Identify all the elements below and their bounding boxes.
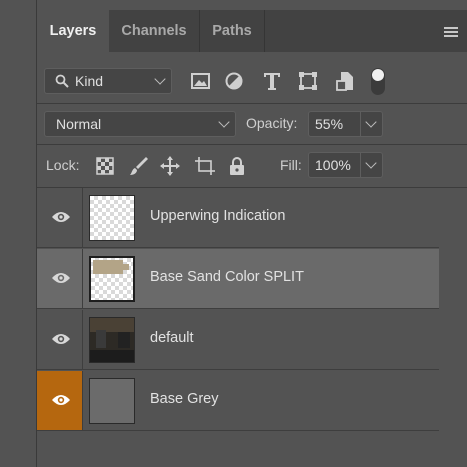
scrollbar-track[interactable]	[440, 188, 467, 467]
shape-filter-icon[interactable]	[297, 70, 319, 92]
eye-icon	[52, 212, 70, 222]
type-filter-icon[interactable]	[261, 70, 283, 92]
fill-label: Fill:	[280, 157, 302, 173]
tab-channels[interactable]: Channels	[109, 10, 200, 52]
visibility-toggle[interactable]	[37, 310, 83, 369]
layer-thumbnail	[89, 195, 135, 241]
move-icon[interactable]	[159, 155, 181, 177]
opacity-field[interactable]: 55%	[308, 111, 383, 137]
layers-list: Upperwing Indication Base Sand Color SPL…	[37, 188, 439, 467]
opacity-value: 55%	[315, 116, 344, 132]
search-icon	[55, 74, 69, 88]
adjustment-filter-icon[interactable]	[223, 70, 245, 92]
opacity-label: Opacity:	[246, 115, 298, 131]
filter-row: Kind	[37, 66, 467, 96]
visibility-toggle[interactable]	[37, 371, 83, 430]
layer-name: Upperwing Indication	[150, 208, 286, 224]
layers-panel: Layers Channels Paths Kind Normal Opacit…	[36, 0, 467, 467]
tab-paths[interactable]: Paths	[200, 10, 265, 52]
eye-icon	[52, 273, 70, 283]
eye-icon	[52, 334, 70, 344]
panel-tab-bar: Layers Channels Paths	[37, 10, 467, 52]
layer-name: default	[150, 330, 194, 346]
image-filter-icon[interactable]	[190, 70, 212, 92]
filter-kind-label: Kind	[75, 73, 104, 89]
lock-row: Lock: Fill: 100%	[37, 152, 467, 180]
eye-icon	[52, 395, 70, 405]
filter-kind-dropdown[interactable]: Kind	[44, 68, 172, 94]
chevron-down-icon[interactable]	[365, 157, 377, 169]
brush-icon[interactable]	[128, 155, 150, 177]
layer-name: Base Sand Color SPLIT	[150, 269, 304, 285]
chevron-down-icon[interactable]	[365, 116, 377, 128]
layer-thumbnail	[89, 256, 135, 302]
visibility-toggle[interactable]	[37, 188, 83, 247]
layer-name: Base Grey	[150, 391, 219, 407]
panel-menu-icon[interactable]	[444, 27, 458, 37]
fill-value: 100%	[315, 157, 351, 173]
blend-mode-dropdown[interactable]: Normal	[44, 111, 236, 137]
fill-field[interactable]: 100%	[308, 152, 383, 178]
visibility-toggle[interactable]	[37, 249, 83, 308]
toggle-knob	[372, 69, 384, 81]
layer-thumbnail	[89, 317, 135, 363]
left-dock-strip	[0, 0, 34, 467]
blend-mode-value: Normal	[56, 116, 102, 132]
layer-row[interactable]: Upperwing Indication	[37, 188, 439, 248]
chevron-down-icon	[154, 73, 166, 85]
filter-toggle-icon[interactable]	[371, 68, 385, 95]
sand-color-swatch	[93, 260, 123, 274]
layer-row[interactable]: default	[37, 310, 439, 370]
lock-transparent-pixels-icon[interactable]	[94, 155, 116, 177]
divider	[37, 103, 467, 104]
smart-object-filter-icon[interactable]	[335, 70, 357, 92]
layer-row[interactable]: Base Grey	[37, 371, 439, 431]
divider	[37, 144, 467, 145]
blend-row: Normal Opacity: 55%	[37, 110, 467, 138]
artboard-icon[interactable]	[194, 155, 216, 177]
layer-thumbnail	[89, 378, 135, 424]
layer-row[interactable]: Base Sand Color SPLIT	[37, 249, 439, 309]
lock-label: Lock:	[46, 157, 80, 173]
tab-layers[interactable]: Layers	[37, 10, 109, 52]
chevron-down-icon	[218, 116, 230, 128]
lock-icon[interactable]	[226, 155, 248, 177]
